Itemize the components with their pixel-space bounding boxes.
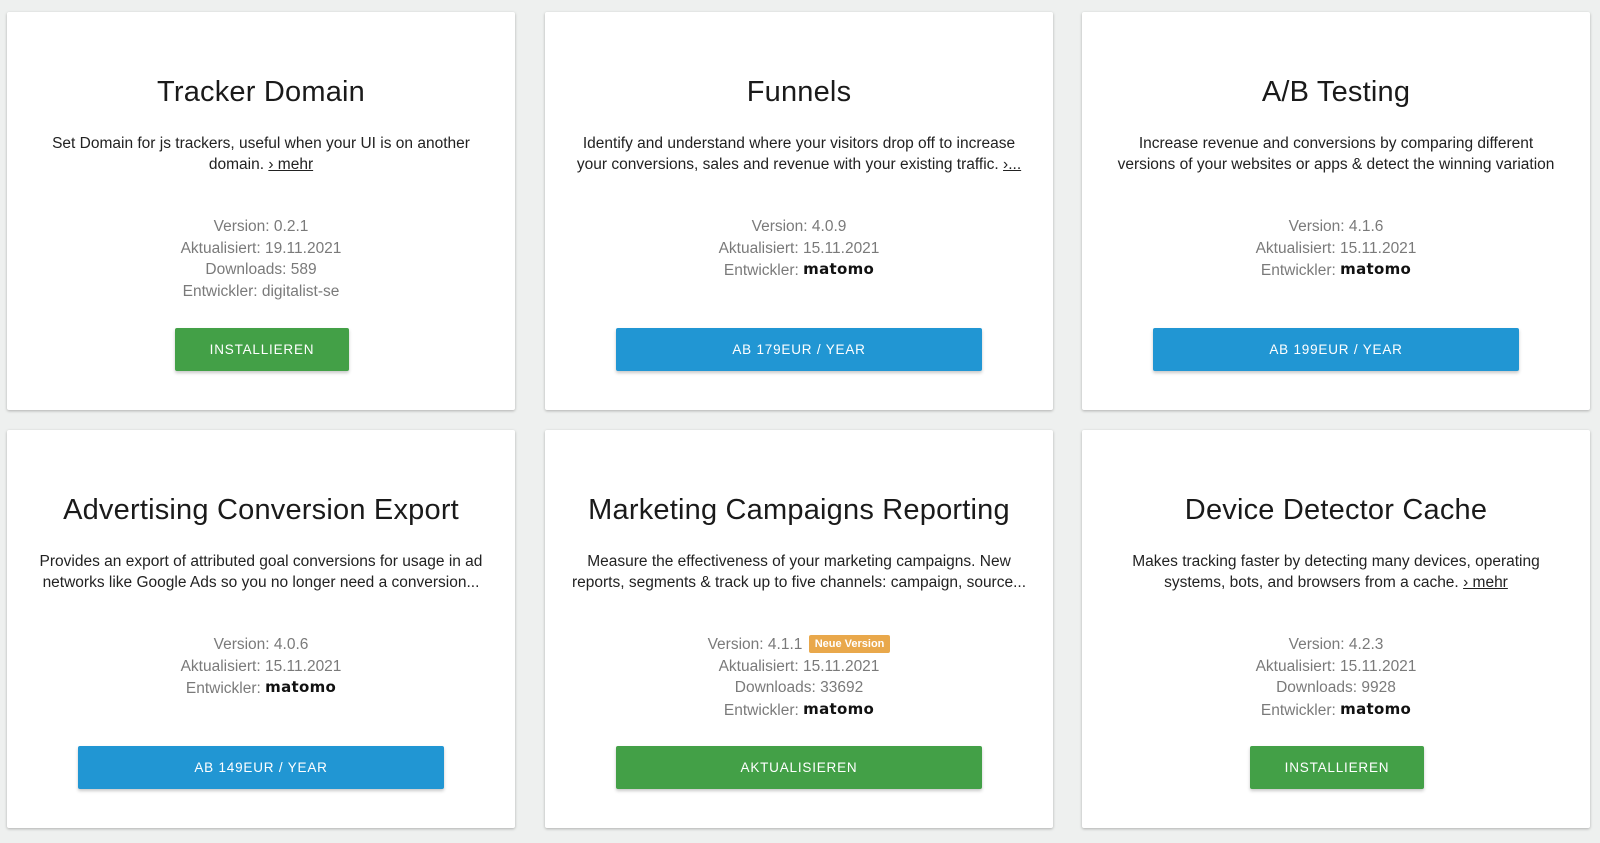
plugin-title: A/B Testing bbox=[1261, 76, 1411, 108]
version-row: Version: 4.1.1 Neue Version bbox=[545, 634, 1053, 656]
plugin-card-ab-testing: A/B Testing Increase revenue and convers… bbox=[1082, 12, 1590, 410]
plugin-grid: Tracker Domain Set Domain for js tracker… bbox=[0, 0, 1600, 843]
plugin-description: Provides an export of attributed goal co… bbox=[39, 553, 483, 591]
buy-button[interactable]: AB 149EUR / YEAR bbox=[78, 746, 444, 789]
version-row: Version: 4.0.6 bbox=[213, 636, 309, 653]
downloads-row: Downloads: 589 bbox=[205, 261, 317, 278]
downloads-row: Downloads: 9928 bbox=[1276, 679, 1396, 696]
plugin-title: Advertising Conversion Export bbox=[63, 494, 459, 526]
updated-row: Aktualisiert: 15.11.2021 bbox=[718, 657, 880, 675]
updated-value: 15.11.2021 bbox=[803, 657, 880, 675]
matomo-logo: matomo bbox=[1340, 260, 1412, 278]
version-value: 4.1.1 bbox=[767, 636, 803, 653]
version-row: Version: 4.2.3 bbox=[1288, 636, 1384, 653]
matomo-logo: matomo bbox=[803, 699, 875, 718]
update-button[interactable]: AKTUALISIEREN bbox=[616, 746, 982, 789]
developer-row: Entwickler: matomo bbox=[1260, 260, 1412, 279]
plugin-card-device-detector-cache: Device Detector Cache Makes tracking fas… bbox=[1082, 430, 1590, 828]
install-button[interactable]: INSTALLIEREN bbox=[1250, 746, 1424, 789]
developer-row: Entwickler: digitalist-se bbox=[182, 282, 340, 300]
updated-value: 15.11.2021 bbox=[1340, 657, 1417, 675]
updated-value: 15.11.2021 bbox=[1340, 239, 1417, 257]
version-value: 4.2.3 bbox=[1348, 636, 1384, 653]
more-link[interactable]: › mehr bbox=[268, 156, 313, 173]
buy-button[interactable]: AB 179EUR / YEAR bbox=[616, 328, 982, 371]
downloads-value: 33692 bbox=[820, 679, 864, 696]
version-value: 0.2.1 bbox=[273, 218, 309, 235]
plugin-description: Set Domain for js trackers, useful when … bbox=[52, 135, 470, 173]
downloads-row: Downloads: 33692 bbox=[734, 679, 864, 696]
updated-row: Aktualisiert: 15.11.2021 bbox=[1255, 239, 1417, 257]
developer-row: Entwickler: matomo bbox=[723, 260, 875, 279]
developer-row: Entwickler: matomo bbox=[1260, 699, 1412, 719]
plugin-meta: Version: 4.1.6 Aktualisiert: 15.11.2021 … bbox=[1082, 216, 1590, 282]
matomo-logo: matomo bbox=[265, 678, 337, 696]
version-row: Version: 4.1.6 bbox=[1288, 218, 1384, 235]
plugin-card-advertising-conversion-export: Advertising Conversion Export Provides a… bbox=[7, 430, 515, 828]
version-value: 4.0.9 bbox=[811, 218, 847, 235]
plugin-card-funnels: Funnels Identify and understand where yo… bbox=[545, 12, 1053, 410]
new-version-badge: Neue Version bbox=[808, 635, 891, 653]
plugin-meta: Version: 4.2.3 Aktualisiert: 15.11.2021 … bbox=[1082, 634, 1590, 721]
developer-value: digitalist-se bbox=[261, 282, 340, 300]
more-link[interactable]: ›... bbox=[1003, 156, 1021, 173]
version-value: 4.1.6 bbox=[1348, 218, 1384, 235]
updated-row: Aktualisiert: 15.11.2021 bbox=[718, 239, 880, 257]
plugin-meta: Version: 4.0.9 Aktualisiert: 15.11.2021 … bbox=[545, 216, 1053, 282]
downloads-value: 589 bbox=[290, 261, 317, 278]
updated-value: 19.11.2021 bbox=[265, 239, 342, 257]
plugin-description: Measure the effectiveness of your market… bbox=[571, 553, 1027, 591]
more-link[interactable]: › mehr bbox=[1463, 574, 1508, 591]
plugin-description: Makes tracking faster by detecting many … bbox=[1132, 553, 1540, 591]
plugin-description: Increase revenue and conversions by comp… bbox=[1117, 135, 1555, 173]
updated-value: 15.11.2021 bbox=[265, 657, 342, 675]
install-button[interactable]: INSTALLIEREN bbox=[175, 328, 349, 371]
downloads-value: 9928 bbox=[1361, 679, 1396, 696]
version-row: Version: 0.2.1 bbox=[213, 218, 309, 235]
plugin-description: Identify and understand where your visit… bbox=[576, 135, 1022, 173]
plugin-card-tracker-domain: Tracker Domain Set Domain for js tracker… bbox=[7, 12, 515, 410]
plugin-meta: Version: 4.1.1 Neue Version Aktualisiert… bbox=[545, 634, 1053, 721]
updated-row: Aktualisiert: 19.11.2021 bbox=[180, 239, 342, 257]
plugin-title: Funnels bbox=[746, 76, 852, 108]
updated-row: Aktualisiert: 15.11.2021 bbox=[180, 657, 342, 675]
developer-row: Entwickler: matomo bbox=[185, 678, 337, 697]
buy-button[interactable]: AB 199EUR / YEAR bbox=[1153, 328, 1519, 371]
plugin-meta: Version: 0.2.1 Aktualisiert: 19.11.2021 … bbox=[7, 216, 515, 302]
plugin-title: Tracker Domain bbox=[157, 76, 365, 108]
matomo-logo: matomo bbox=[803, 260, 875, 278]
updated-row: Aktualisiert: 15.11.2021 bbox=[1255, 657, 1417, 675]
version-value: 4.0.6 bbox=[273, 636, 309, 653]
plugin-title: Marketing Campaigns Reporting bbox=[588, 494, 1010, 526]
plugin-title: Device Detector Cache bbox=[1184, 494, 1488, 526]
version-row: Version: 4.0.9 bbox=[751, 218, 847, 235]
matomo-logo: matomo bbox=[1340, 699, 1412, 718]
plugin-card-marketing-campaigns-reporting: Marketing Campaigns Reporting Measure th… bbox=[545, 430, 1053, 828]
updated-value: 15.11.2021 bbox=[803, 239, 880, 257]
developer-row: Entwickler: matomo bbox=[723, 699, 875, 719]
plugin-meta: Version: 4.0.6 Aktualisiert: 15.11.2021 … bbox=[7, 634, 515, 700]
